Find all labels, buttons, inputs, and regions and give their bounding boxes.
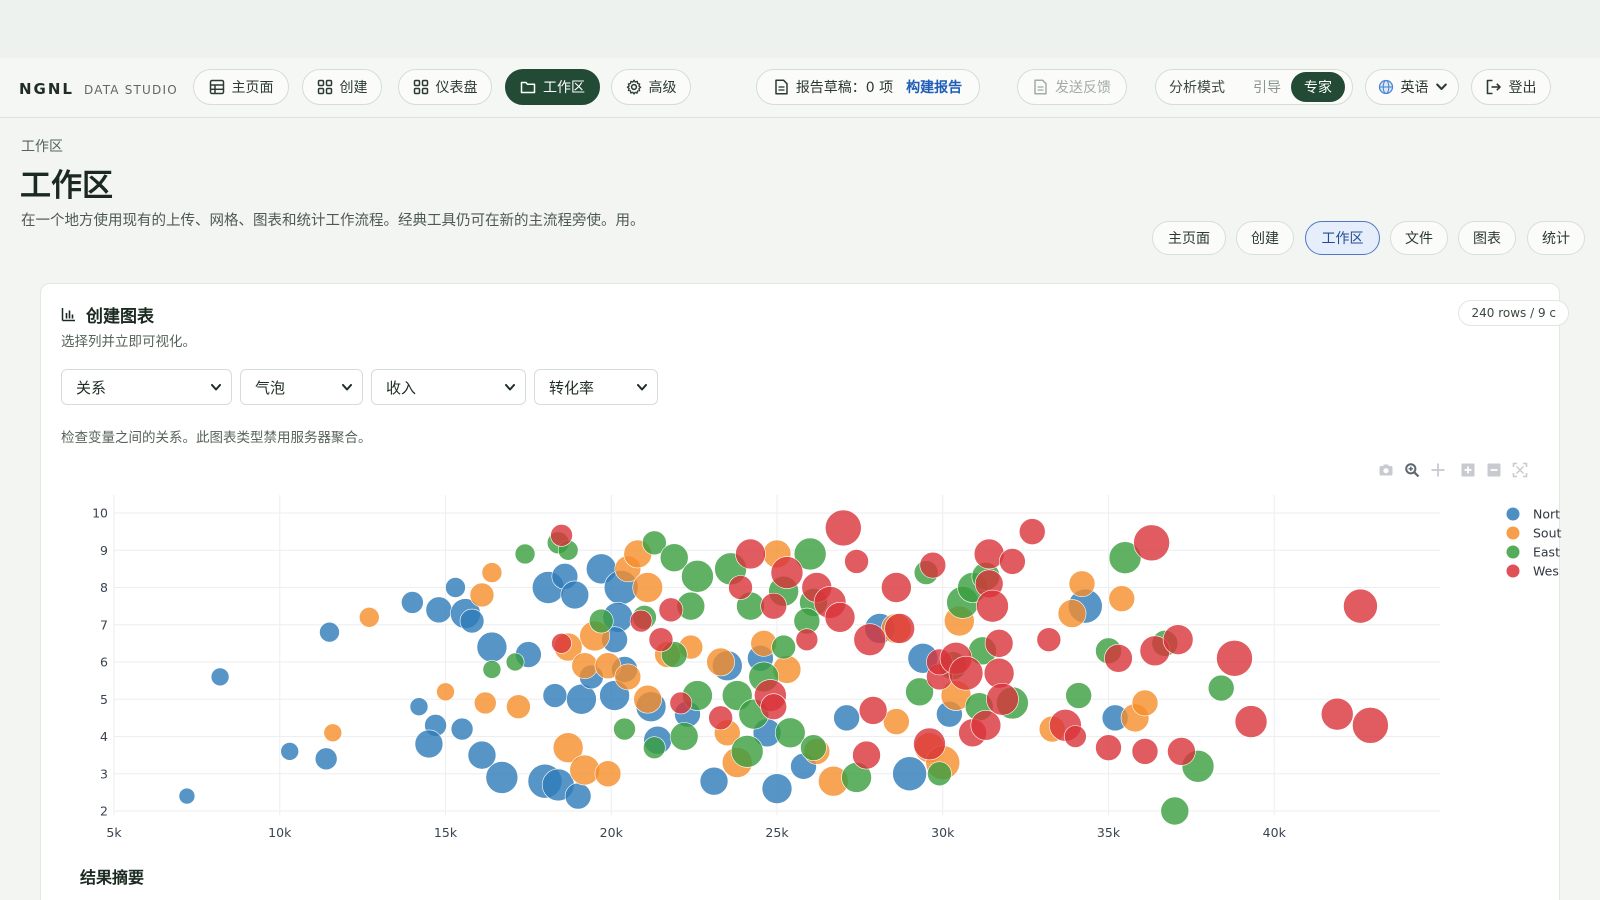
bar-chart-icon xyxy=(61,308,75,322)
chevron-down-icon xyxy=(1435,83,1447,90)
report-draft-pill: 报告草稿：0 项 构建报告 xyxy=(756,69,980,105)
autoscale-icon[interactable] xyxy=(1512,462,1528,478)
folder-icon xyxy=(520,81,536,94)
dashboard-icon xyxy=(413,79,428,95)
subtab-files[interactable]: 文件 xyxy=(1390,221,1448,255)
top-navbar: NGNL DATA STUDIO 主页面 创建 仪表盘 工作区 高级 报告草稿：… xyxy=(0,58,1600,118)
x-column-value: 收入 xyxy=(386,378,417,397)
language-select[interactable]: 英语 xyxy=(1365,69,1459,105)
chart-modebar xyxy=(1378,462,1528,478)
chart-hint: 检查变量之间的关系。此图表类型禁用服务器聚合。 xyxy=(61,430,372,446)
language-label: 英语 xyxy=(1400,80,1429,96)
card-title: 创建图表 xyxy=(86,307,154,327)
gear-icon xyxy=(626,79,641,95)
mode-guided-option[interactable]: 引导 xyxy=(1253,77,1281,97)
globe-icon xyxy=(1378,79,1393,95)
analysis-mode-label: 分析模式 xyxy=(1169,80,1225,96)
nav-advanced-label: 高级 xyxy=(648,80,677,96)
grid-icon xyxy=(317,79,332,95)
card-subtitle: 选择列并立即可视化。 xyxy=(61,334,196,350)
page-description: 在一个地方使用现有的上传、网格、图表和统计工作流程。经典工具仍可在新的主流程旁使… xyxy=(21,213,645,229)
camera-icon[interactable] xyxy=(1378,462,1394,478)
chart-type-select[interactable]: 气泡 xyxy=(240,369,363,405)
chart-category-value: 关系 xyxy=(76,378,107,397)
nav-dashboard-button[interactable]: 仪表盘 xyxy=(398,69,492,105)
x-column-select[interactable]: 收入 xyxy=(371,369,526,405)
chevron-down-icon xyxy=(505,383,515,390)
nav-workspace-button[interactable]: 工作区 xyxy=(505,69,600,105)
row-count-badge: 240 rows / 9 c xyxy=(1458,300,1569,326)
card-header: 创建图表 xyxy=(61,302,154,327)
subtab-workspace[interactable]: 工作区 xyxy=(1305,221,1380,255)
brand-subtitle: DATA STUDIO xyxy=(83,83,178,97)
nav-advanced-button[interactable]: 高级 xyxy=(611,69,691,105)
nav-home-label: 主页面 xyxy=(231,80,274,96)
nav-workspace-label: 工作区 xyxy=(543,80,585,96)
chevron-down-icon xyxy=(342,383,352,390)
nav-create-button[interactable]: 创建 xyxy=(302,69,382,105)
zoom-out-icon[interactable] xyxy=(1486,462,1502,478)
send-feedback-button[interactable]: 发送反馈 xyxy=(1017,69,1127,105)
chart-type-value: 气泡 xyxy=(255,378,286,397)
document-icon xyxy=(775,79,788,95)
build-report-link[interactable]: 构建报告 xyxy=(906,77,962,97)
nav-create-label: 创建 xyxy=(339,80,368,96)
chevron-down-icon xyxy=(211,383,221,390)
results-summary-heading: 结果摘要 xyxy=(80,868,145,887)
subtab-stats[interactable]: 统计 xyxy=(1527,221,1585,255)
window-top-band xyxy=(0,0,1600,58)
subtab-charts[interactable]: 图表 xyxy=(1458,221,1516,255)
brand[interactable]: NGNL DATA STUDIO xyxy=(19,80,178,98)
logout-label: 登出 xyxy=(1508,80,1537,96)
nav-dashboard-label: 仪表盘 xyxy=(435,80,478,96)
brand-logo: NGNL xyxy=(19,80,74,98)
zoom-in-icon[interactable] xyxy=(1460,462,1476,478)
logout-icon xyxy=(1486,79,1501,95)
y-column-select[interactable]: 转化率 xyxy=(534,369,658,405)
chevron-down-icon xyxy=(637,383,647,390)
document-icon xyxy=(1034,79,1047,95)
subtab-home[interactable]: 主页面 xyxy=(1152,221,1226,255)
create-chart-card: 创建图表 选择列并立即可视化。 240 rows / 9 c 关系 气泡 收入 … xyxy=(40,283,1569,900)
breadcrumb[interactable]: 工作区 xyxy=(21,136,63,156)
report-draft-count: 报告草稿：0 项 xyxy=(795,80,894,96)
analysis-mode-switch: 分析模式 引导 专家 xyxy=(1155,69,1353,105)
zoom-icon[interactable] xyxy=(1404,462,1420,478)
page-title: 工作区 xyxy=(20,168,113,204)
send-feedback-label: 发送反馈 xyxy=(1055,80,1111,96)
chart-category-select[interactable]: 关系 xyxy=(61,369,232,405)
logout-button[interactable]: 登出 xyxy=(1471,69,1551,105)
subtab-create[interactable]: 创建 xyxy=(1236,221,1294,255)
pan-icon[interactable] xyxy=(1430,462,1446,478)
table-icon xyxy=(209,79,224,95)
mode-expert-option[interactable]: 专家 xyxy=(1291,72,1345,102)
y-column-value: 转化率 xyxy=(549,378,595,397)
nav-home-button[interactable]: 主页面 xyxy=(193,69,289,105)
